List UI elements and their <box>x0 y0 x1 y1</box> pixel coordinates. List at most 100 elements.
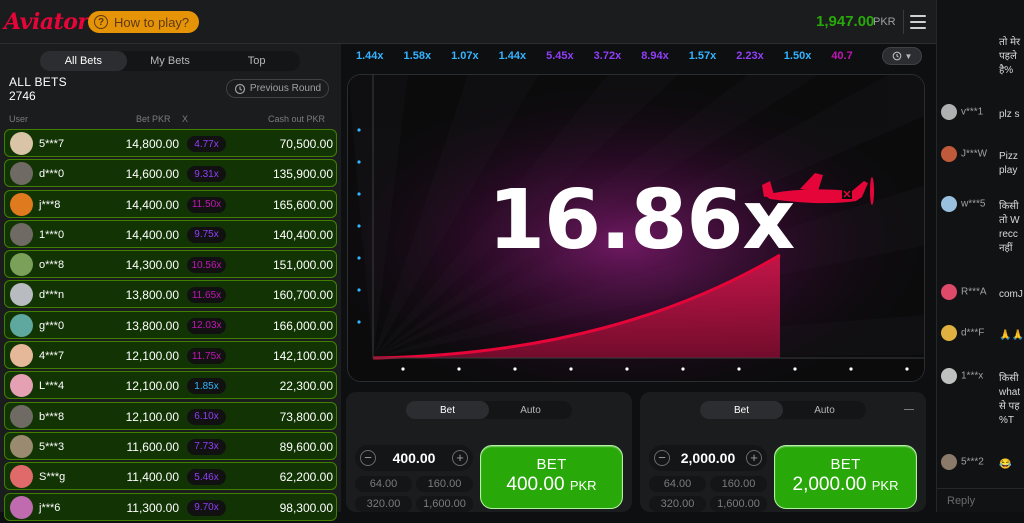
bet-cashout: 98,300.00 <box>279 500 333 515</box>
quick-amount[interactable]: 64.00 <box>355 476 412 492</box>
clock-icon <box>892 51 901 61</box>
avatar <box>10 374 33 398</box>
quick-amount[interactable]: 320.00 <box>649 496 706 512</box>
chat-message-text: Pizz <box>999 151 1018 162</box>
stake-value[interactable]: 2,000.00 <box>671 450 745 466</box>
bet-cashout: 151,000.00 <box>272 258 333 273</box>
stake-value[interactable]: 400.00 <box>377 450 451 466</box>
chat-username: d***F <box>961 327 985 339</box>
quick-amount[interactable]: 64.00 <box>649 476 706 492</box>
chat-username: v***1 <box>961 106 984 118</box>
tab-auto[interactable]: Auto <box>783 401 866 419</box>
tab-top[interactable]: Top <box>213 51 300 71</box>
bet-amount: 14,400.00 <box>125 197 179 212</box>
history-multiplier[interactable]: 2.23x <box>728 46 776 66</box>
bet-user: b***8 <box>39 410 65 423</box>
bet-amount: 13,800.00 <box>125 288 179 303</box>
aviator-logo[interactable]: Aviator <box>4 9 89 35</box>
stake-stepper[interactable]: − 400.00 + <box>355 445 473 471</box>
avatar <box>10 465 33 489</box>
bet-row: g***0 13,800.00 12.03x 166,000.00 <box>4 310 337 339</box>
bet-button[interactable]: BET 2,000.00 PKR <box>774 445 917 509</box>
previous-round-button[interactable]: Previous Round <box>226 79 329 98</box>
chat-message-text: comJ <box>999 289 1023 300</box>
chat-username: 1***x <box>961 370 984 382</box>
bet-row: L***4 12,100.00 1.85x 22,300.00 <box>4 371 337 400</box>
chat-message-author: 1***x <box>941 368 983 384</box>
history-multiplier[interactable]: 3.72x <box>586 46 634 66</box>
bet-amount: 14,300.00 <box>125 258 179 273</box>
bets-list: 5***7 14,800.00 4.77x 70,500.00 d***0 14,600.… <box>4 129 337 523</box>
bet-amount: 12,100.00 <box>125 379 179 394</box>
quick-amount[interactable]: 160.00 <box>416 476 473 492</box>
header-divider <box>903 10 904 34</box>
history-multiplier[interactable]: 8.94x <box>633 46 681 66</box>
history-toggle-button[interactable]: ▼ <box>882 47 922 65</box>
bet-amount: 12,100.00 <box>125 409 179 424</box>
bet-row: j***6 11,300.00 9.70x 98,300.00 <box>4 492 337 521</box>
bet-row: j***8 14,400.00 11.50x 165,600.00 <box>4 189 337 218</box>
minus-icon[interactable]: − <box>360 450 376 466</box>
avatar <box>941 196 957 212</box>
bet-multiplier: 12.03x <box>187 317 226 334</box>
bet-multiplier: 7.73x <box>187 438 226 455</box>
bet-user: d***0 <box>39 168 65 181</box>
bet-amount: 13,800.00 <box>125 318 179 333</box>
history-multiplier[interactable]: 1.07x <box>443 46 491 66</box>
chat-reply-input[interactable]: Reply <box>937 488 1024 512</box>
col-cashout: Cash out PKR <box>268 114 326 124</box>
history-multiplier[interactable]: 40.7 <box>823 46 864 66</box>
remove-panel-icon[interactable] <box>904 409 914 410</box>
history-multiplier[interactable]: 1.57x <box>681 46 729 66</box>
plus-icon[interactable]: + <box>746 450 762 466</box>
avatar <box>10 434 33 458</box>
chat-username: 5***2 <box>961 456 984 468</box>
bet-multiplier: 11.65x <box>187 287 226 304</box>
avatar <box>10 344 33 368</box>
bet-button[interactable]: BET 400.00 PKR <box>480 445 623 509</box>
bet-user: d***n <box>39 289 65 302</box>
history-multiplier[interactable]: 1.44x <box>491 46 539 66</box>
bet-row: d***0 14,600.00 9.31x 135,900.00 <box>4 159 337 188</box>
bet-user: 5***7 <box>39 138 65 150</box>
quick-amount[interactable]: 1,600.00 <box>710 496 767 512</box>
tab-all-bets[interactable]: All Bets <box>40 51 127 71</box>
bet-multiplier: 9.31x <box>187 166 226 183</box>
chevron-down-icon: ▼ <box>904 51 913 61</box>
history-multiplier[interactable]: 5.45x <box>538 46 586 66</box>
stake-stepper[interactable]: − 2,000.00 + <box>649 445 767 471</box>
tab-auto[interactable]: Auto <box>489 401 572 419</box>
hamburger-menu-icon[interactable] <box>910 15 926 29</box>
bet-row: 4***7 12,100.00 11.75x 142,100.00 <box>4 341 337 370</box>
bet-amount: 12,100.00 <box>125 349 179 364</box>
col-x: X <box>182 114 189 124</box>
quick-amount[interactable]: 320.00 <box>355 496 412 512</box>
history-multiplier[interactable]: 1.44x <box>348 46 396 66</box>
history-multiplier[interactable]: 1.58x <box>396 46 444 66</box>
plus-icon[interactable]: + <box>452 450 468 466</box>
chat-message-text: plz s <box>999 109 1020 120</box>
quick-amount[interactable]: 160.00 <box>710 476 767 492</box>
avatar <box>10 222 33 246</box>
avatar <box>10 495 33 519</box>
bet-amount: 14,400.00 <box>125 227 179 242</box>
chat-message-text: play <box>999 165 1018 176</box>
how-to-play-button[interactable]: ? How to play? <box>88 11 200 33</box>
bet-button-amount: 2,000.00 <box>792 474 867 495</box>
minus-icon[interactable]: − <box>654 450 670 466</box>
chat-message-author: v***1 <box>941 104 983 120</box>
tab-bet[interactable]: Bet <box>700 401 783 419</box>
chat-message-author: J***W <box>941 146 987 162</box>
bet-multiplier: 11.75x <box>187 348 226 365</box>
bet-button-amount: 400.00 <box>506 474 565 495</box>
history-multiplier[interactable]: 1.50x <box>776 46 824 66</box>
chat-panel: Reply तो मेर पहले है% v***1 plz s J***W Pizz pl… <box>936 0 1024 512</box>
balance-amount: 1,947.00 <box>816 13 875 30</box>
chat-message-author: 5***2 <box>941 454 984 470</box>
bet-button-currency: PKR <box>569 478 597 493</box>
tab-bet[interactable]: Bet <box>406 401 489 419</box>
quick-amount[interactable]: 1,600.00 <box>416 496 473 512</box>
tab-my-bets[interactable]: My Bets <box>127 51 214 71</box>
bet-amount: 11,600.00 <box>126 439 180 454</box>
bet-multiplier: 5.46x <box>187 469 226 486</box>
